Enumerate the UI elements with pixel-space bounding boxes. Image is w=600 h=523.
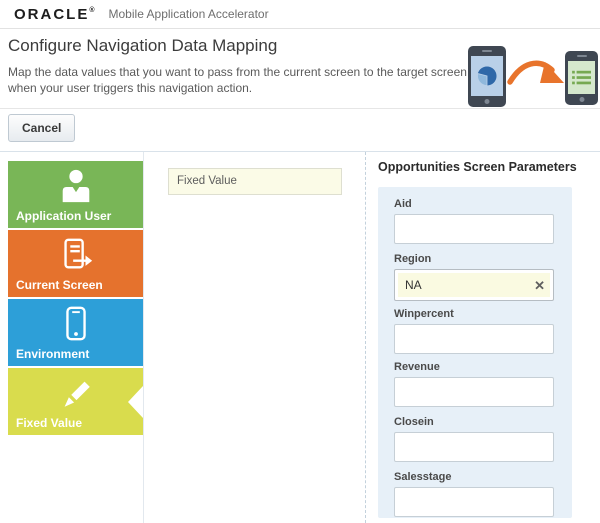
field-label: Closein (394, 416, 554, 428)
description-line-2: when your user triggers this navigation … (8, 80, 467, 96)
tile-label: Current Screen (16, 278, 103, 292)
region-value: NA (395, 278, 422, 292)
tile-label: Application User (16, 209, 111, 223)
field-label: Salesstage (394, 471, 554, 483)
field-label: Aid (394, 198, 554, 210)
selected-notch (128, 386, 143, 418)
app-title: Mobile Application Accelerator (109, 7, 269, 21)
page-title: Configure Navigation Data Mapping (8, 36, 277, 56)
phone-home-button (579, 97, 584, 102)
data-source-list: Application User Current Screen Environm… (8, 161, 143, 437)
divider (0, 108, 600, 109)
closein-input[interactable] (394, 432, 554, 462)
region-input[interactable]: NA ✕ (394, 269, 554, 301)
registered-mark: ® (89, 7, 94, 14)
divider (0, 151, 600, 152)
top-bar: ORACLE® Mobile Application Accelerator (0, 0, 600, 29)
source-tile-fixed-value[interactable]: Fixed Value (8, 368, 143, 435)
salesstage-input[interactable] (394, 487, 554, 517)
phone-speaker (482, 50, 492, 52)
field-label: Winpercent (394, 308, 554, 320)
field-winpercent: Winpercent (394, 308, 554, 354)
source-tile-current-screen[interactable]: Current Screen (8, 230, 143, 297)
aid-input[interactable] (394, 214, 554, 244)
field-region: Region NA ✕ (394, 253, 554, 301)
field-closein: Closein (394, 416, 554, 462)
revenue-input[interactable] (394, 377, 554, 407)
fixed-value-chip[interactable]: Fixed Value (168, 168, 342, 195)
description-line-1: Map the data values that you want to pas… (8, 64, 467, 80)
parameters-panel: Aid Region NA ✕ Winpercent Revenue Close… (378, 187, 572, 518)
oracle-logo: ORACLE® (14, 6, 95, 23)
list-icon (568, 61, 595, 94)
user-icon (57, 167, 95, 205)
tile-label: Environment (16, 347, 89, 361)
pie-chart-icon (471, 56, 503, 96)
field-salesstage: Salesstage (394, 471, 554, 517)
field-label: Region (394, 253, 554, 265)
tile-label: Fixed Value (16, 416, 82, 430)
source-phone-illustration (468, 46, 506, 107)
screen-arrow-icon (57, 236, 95, 274)
dashed-divider (365, 152, 366, 523)
target-phone-illustration (565, 51, 598, 105)
phone-home-button (485, 99, 490, 104)
winpercent-input[interactable] (394, 324, 554, 354)
pencil-icon (57, 374, 95, 412)
parameters-panel-title: Opportunities Screen Parameters (378, 160, 577, 174)
source-tile-application-user[interactable]: Application User (8, 161, 143, 228)
phone-icon (57, 305, 95, 343)
source-tile-environment[interactable]: Environment (8, 299, 143, 366)
cancel-button[interactable]: Cancel (8, 114, 75, 142)
field-aid: Aid (394, 198, 554, 244)
phone-speaker (577, 55, 587, 57)
oracle-logo-text: ORACLE (14, 6, 89, 23)
page-description: Map the data values that you want to pas… (8, 64, 467, 96)
field-revenue: Revenue (394, 361, 554, 407)
clear-icon[interactable]: ✕ (534, 279, 553, 292)
field-label: Revenue (394, 361, 554, 373)
curved-arrow-icon (507, 56, 567, 96)
column-border (143, 152, 144, 523)
app-window: ORACLE® Mobile Application Accelerator C… (0, 0, 600, 523)
